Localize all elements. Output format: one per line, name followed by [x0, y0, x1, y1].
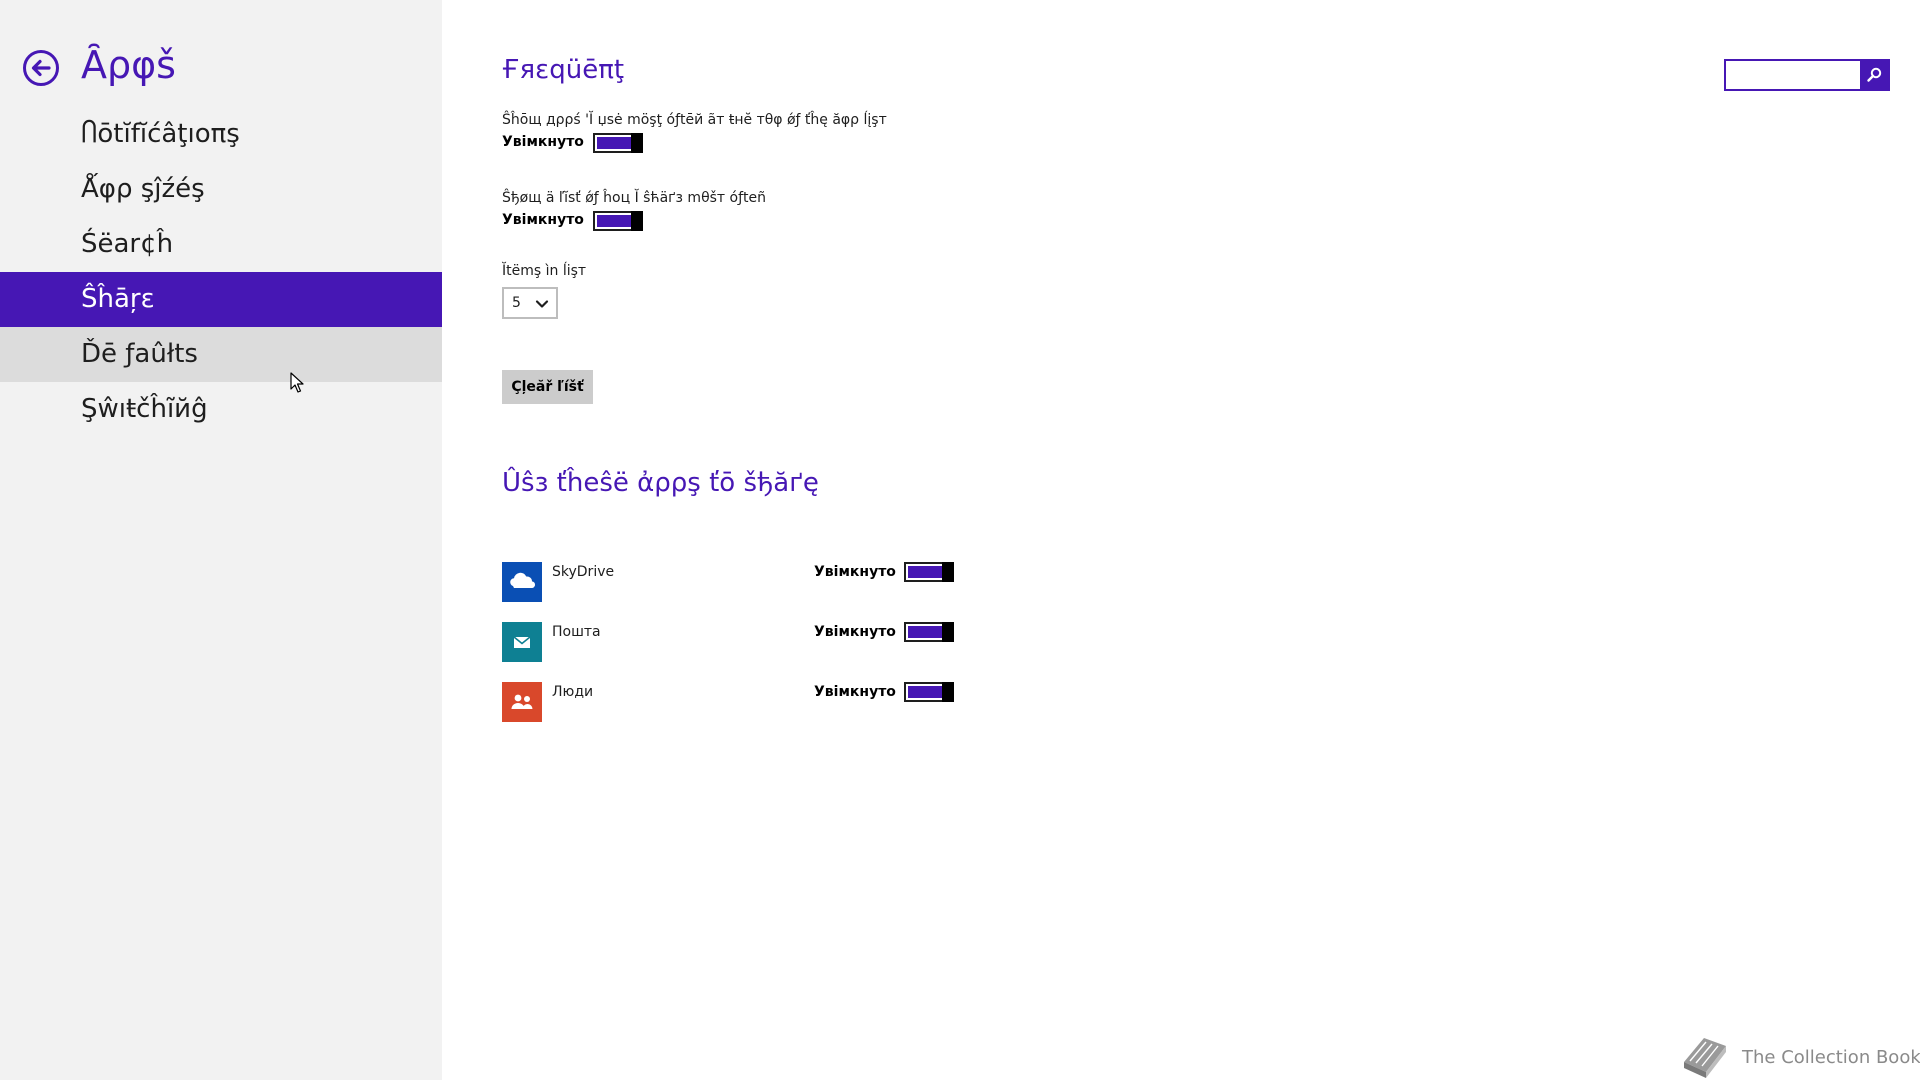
share-apps-heading: Ûŝз ťĥеŝë ἀρρş ťō šђăґę [502, 468, 819, 498]
sidebar-item-share[interactable]: Ŝĥāŗε [0, 272, 442, 327]
toggle-thumb [631, 211, 643, 231]
sidebar-item-search[interactable]: Śëar¢ĥ [0, 217, 442, 272]
app-toggle-state: Увімкнуто [814, 624, 896, 640]
settings-nav: Ⴖōtĭfĭćâţıoπş Ǻφρ şĵźéş Śëar¢ĥ Ŝĥāŗε Ďē … [0, 107, 442, 437]
chevron-down-icon [535, 300, 549, 308]
show-apps-label: Ŝĥōщ дρρś 'Ĭ џsė möşţ óƒtēй ãт ŧнĕ тθφ ǿ… [502, 112, 887, 128]
share-app-row-people: Люди Увімкнуто [502, 682, 982, 724]
items-in-list-select[interactable]: 5 [502, 287, 558, 319]
app-toggle-state: Увімкнуто [814, 564, 896, 580]
book-icon [1684, 1038, 1726, 1078]
sidebar-item-notifications[interactable]: Ⴖōtĭfĭćâţıoπş [0, 107, 442, 162]
app-toggle-state: Увімкнуто [814, 684, 896, 700]
sidebar-item-defaults[interactable]: Ďē ƒaûłts [0, 327, 442, 382]
show-apps-state: Увімкнуто [502, 134, 584, 150]
items-in-list-label: Ĭtëmş ìn ĺişт [502, 263, 587, 279]
toggle-fill [597, 137, 631, 149]
settings-page: Ȃρφš Ⴖōtĭfĭćâţıoπş Ǻφρ şĵźéş Śëar¢ĥ Ŝĥāŗ… [0, 0, 1920, 1080]
skydrive-tile [502, 562, 542, 602]
cloud-icon [502, 562, 542, 602]
people-icon [502, 682, 542, 722]
search-icon [1867, 67, 1882, 82]
sidebar-item-label: Ǻφρ şĵźéş [81, 174, 205, 204]
mail-toggle[interactable] [904, 622, 954, 642]
app-name: Пошта [552, 624, 601, 640]
show-list-toggle[interactable] [593, 211, 643, 231]
app-name: SkyDrive [552, 564, 615, 580]
search-button[interactable] [1860, 61, 1888, 89]
sidebar-item-label: Ŝĥāŗε [81, 284, 155, 314]
skydrive-toggle[interactable] [904, 562, 954, 582]
sidebar-item-app-sizes[interactable]: Ǻφρ şĵźéş [0, 162, 442, 217]
show-apps-toggle[interactable] [593, 133, 643, 153]
watermark: The Collection Book [1676, 1032, 1920, 1080]
toggle-fill [908, 566, 942, 578]
show-list-label: Ŝђøщ ä ľĭsť ǿƒ ĥоц Ĭ ŝћäґз mθšт óƒtеñ [502, 190, 767, 206]
sidebar: Ȃρφš Ⴖōtĭfĭćâţıoπş Ǻφρ şĵźéş Śëar¢ĥ Ŝĥāŗ… [0, 0, 442, 1080]
toggle-fill [908, 686, 942, 698]
frequent-heading: Ғяεqüēπţ [502, 55, 625, 85]
sidebar-item-switching[interactable]: Şŵıŧčĥĩйĝ [0, 382, 442, 437]
select-value: 5 [512, 295, 521, 311]
sidebar-item-label: Śëar¢ĥ [81, 229, 174, 259]
clear-list-button[interactable]: Çļeăř ľíšť [502, 370, 593, 404]
share-app-row-mail: Пошта Увімкнуто [502, 622, 982, 664]
sidebar-item-label: Ďē ƒaûłts [81, 339, 198, 369]
share-app-row-skydrive: SkyDrive Увімкнуто [502, 562, 982, 604]
toggle-fill [597, 215, 631, 227]
mail-tile [502, 622, 542, 662]
toggle-thumb [942, 562, 954, 582]
page-title: Ȃρφš [81, 43, 176, 87]
search-box [1724, 59, 1890, 91]
toggle-thumb [942, 682, 954, 702]
sidebar-item-label: Ⴖōtĭfĭćâţıoπş [81, 119, 240, 149]
show-list-state: Увімкнуто [502, 212, 584, 228]
toggle-thumb [942, 622, 954, 642]
toggle-thumb [631, 133, 643, 153]
mail-icon [502, 622, 542, 662]
main-content: Ғяεqüēπţ Ŝĥōщ дρρś 'Ĭ џsė möşţ óƒtēй ãт … [502, 0, 1802, 1080]
back-button[interactable] [22, 49, 60, 87]
watermark-text: The Collection Book [1742, 1047, 1920, 1068]
app-name: Люди [552, 684, 594, 700]
toggle-fill [908, 626, 942, 638]
search-input[interactable] [1726, 61, 1860, 89]
people-tile [502, 682, 542, 722]
back-arrow-icon [23, 50, 59, 86]
mouse-cursor-icon [290, 372, 304, 393]
people-toggle[interactable] [904, 682, 954, 702]
sidebar-item-label: Şŵıŧčĥĩйĝ [81, 394, 208, 424]
